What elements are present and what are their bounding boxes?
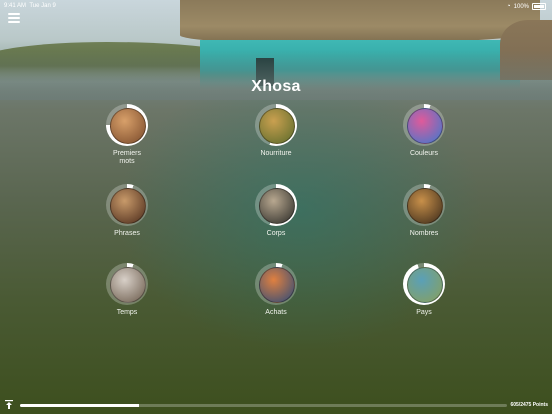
topic-achats[interactable]: Achats	[226, 263, 326, 317]
topic-progress-ring	[106, 184, 148, 226]
topic-pays[interactable]: Pays	[374, 263, 474, 317]
topic-progress-ring	[255, 184, 297, 226]
topic-image	[110, 108, 146, 144]
topic-nombres[interactable]: Nombres	[374, 184, 474, 238]
topic-image	[259, 267, 295, 303]
topic-label: Phrases	[114, 230, 140, 237]
points-counter: 605/2475 Points	[510, 402, 548, 408]
topic-label: Premiers mots	[112, 150, 141, 165]
topic-image	[259, 188, 295, 224]
topic-label: Corps	[266, 230, 286, 237]
topic-couleurs[interactable]: Couleurs	[374, 104, 474, 158]
topic-image	[110, 188, 146, 224]
topic-progress-ring	[255, 263, 297, 305]
topic-progress-ring	[403, 104, 445, 146]
topic-progress-ring	[403, 263, 445, 305]
topic-phrases[interactable]: Phrases	[77, 184, 177, 238]
topic-progress-ring	[106, 104, 148, 146]
topic-progress-ring	[403, 184, 445, 226]
topic-image	[259, 108, 295, 144]
topics-grid: Premiers mots Nourriture Couleurs Phrases Co…	[0, 0, 552, 414]
arrow-up-icon[interactable]	[5, 400, 13, 409]
topic-image	[407, 108, 443, 144]
topic-image	[407, 267, 443, 303]
topic-premiers-mots[interactable]: Premiers mots	[77, 104, 177, 166]
topic-label: Nourriture	[260, 150, 292, 157]
topic-label: Temps	[116, 309, 138, 316]
topic-label: Pays	[416, 309, 432, 316]
points-progress-bar	[20, 404, 507, 407]
topic-label: Nombres	[409, 230, 439, 237]
topic-nourriture[interactable]: Nourriture	[226, 104, 326, 158]
topic-temps[interactable]: Temps	[77, 263, 177, 317]
topic-image	[110, 267, 146, 303]
topic-label: Achats	[265, 309, 287, 316]
topic-corps[interactable]: Corps	[226, 184, 326, 238]
progress-footer: 605/2475 Points	[0, 398, 552, 414]
topic-image	[407, 188, 443, 224]
topic-progress-ring	[255, 104, 297, 146]
topic-progress-ring	[106, 263, 148, 305]
topic-label: Couleurs	[409, 150, 438, 157]
